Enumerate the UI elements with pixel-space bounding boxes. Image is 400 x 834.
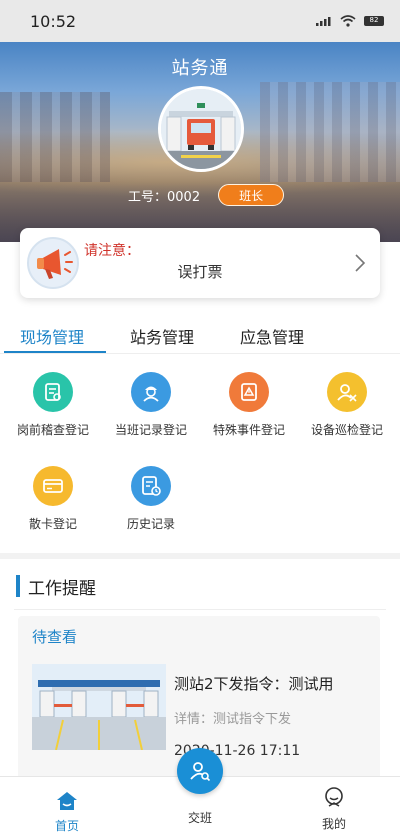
status-icons: 82 [316, 15, 384, 27]
avatar[interactable] [158, 86, 244, 172]
tab-station-management[interactable]: 站务管理 [130, 324, 194, 348]
role-badge: 班长 [218, 184, 285, 206]
app-title: 站务通 [171, 58, 229, 79]
worker-icon [131, 372, 171, 412]
history-doc-icon [131, 466, 171, 506]
section-header-reminders: 工作提醒 [16, 573, 96, 599]
home-icon [57, 792, 77, 810]
tab-onsite-management[interactable]: 现场管理 [20, 324, 84, 348]
grid-item-special-event[interactable]: 特殊事件登记 [199, 372, 299, 438]
hero-background-buildings [260, 82, 400, 182]
reminder-detail: 详情：测试指令下发 [174, 712, 292, 727]
signal-icon [316, 17, 331, 26]
section-divider [14, 609, 386, 610]
tab-emergency-management[interactable]: 应急管理 [240, 324, 304, 348]
nav-mine[interactable]: 我的 [294, 785, 374, 832]
card-icon [33, 466, 73, 506]
employee-id: 工号：0002 [128, 189, 201, 205]
reminder-thumbnail [32, 664, 166, 750]
profile-header: 站务通 工号：0002 班长 [0, 42, 400, 242]
grid-item-equipment-patrol[interactable]: 设备巡检登记 [297, 372, 397, 438]
status-time: 10:52 [30, 11, 77, 31]
clipboard-search-icon [33, 372, 73, 412]
status-bar: 10:52 82 [0, 0, 400, 42]
hero-background-buildings-left [0, 92, 110, 182]
grid-item-loose-card[interactable]: 散卡登记 [3, 466, 103, 532]
section-gap [0, 553, 400, 559]
section-title: 工作提醒 [28, 578, 96, 599]
tabs-divider [0, 353, 400, 354]
wifi-icon [340, 15, 356, 27]
notice-label: 请注意： [84, 243, 140, 259]
toll-station-avatar-icon [161, 89, 241, 169]
pending-label: 待查看 [32, 628, 78, 646]
profile-icon [325, 787, 343, 807]
nav-home[interactable]: 首页 [27, 791, 107, 834]
grid-item-pre-shift-inspection[interactable]: 岗前稽查登记 [3, 372, 103, 438]
nav-home-label: 首页 [54, 819, 79, 833]
grid-item-duty-record[interactable]: 当班记录登记 [101, 372, 201, 438]
nav-mine-label: 我的 [321, 817, 346, 831]
chevron-right-icon [355, 254, 366, 272]
grid-label: 设备巡检登记 [310, 423, 383, 437]
notice-text: 误打票 [177, 263, 223, 281]
warning-doc-icon [229, 372, 269, 412]
battery-icon: 82 [364, 16, 384, 26]
grid-label: 历史记录 [126, 517, 175, 531]
toll-plaza-image-icon [32, 664, 166, 750]
nav-handover[interactable]: 交班 [160, 807, 240, 826]
user-inspect-icon [327, 372, 367, 412]
grid-label: 散卡登记 [28, 517, 77, 531]
employee-info: 工号：0002 班长 [128, 184, 285, 206]
grid-label: 特殊事件登记 [212, 423, 285, 437]
grid-label: 当班记录登记 [114, 423, 187, 437]
grid-item-history[interactable]: 历史记录 [101, 466, 201, 532]
notice-card[interactable]: 请注意： 误打票 [20, 228, 380, 298]
handover-icon [190, 762, 211, 782]
handover-button[interactable] [177, 748, 223, 794]
nav-handover-label: 交班 [187, 811, 212, 825]
grid-label: 岗前稽查登记 [16, 423, 89, 437]
reminder-title: 测站2下发指令：测试用 [174, 675, 334, 693]
tab-bar: 现场管理 站务管理 应急管理 [0, 318, 400, 354]
section-accent-bar [16, 575, 20, 597]
